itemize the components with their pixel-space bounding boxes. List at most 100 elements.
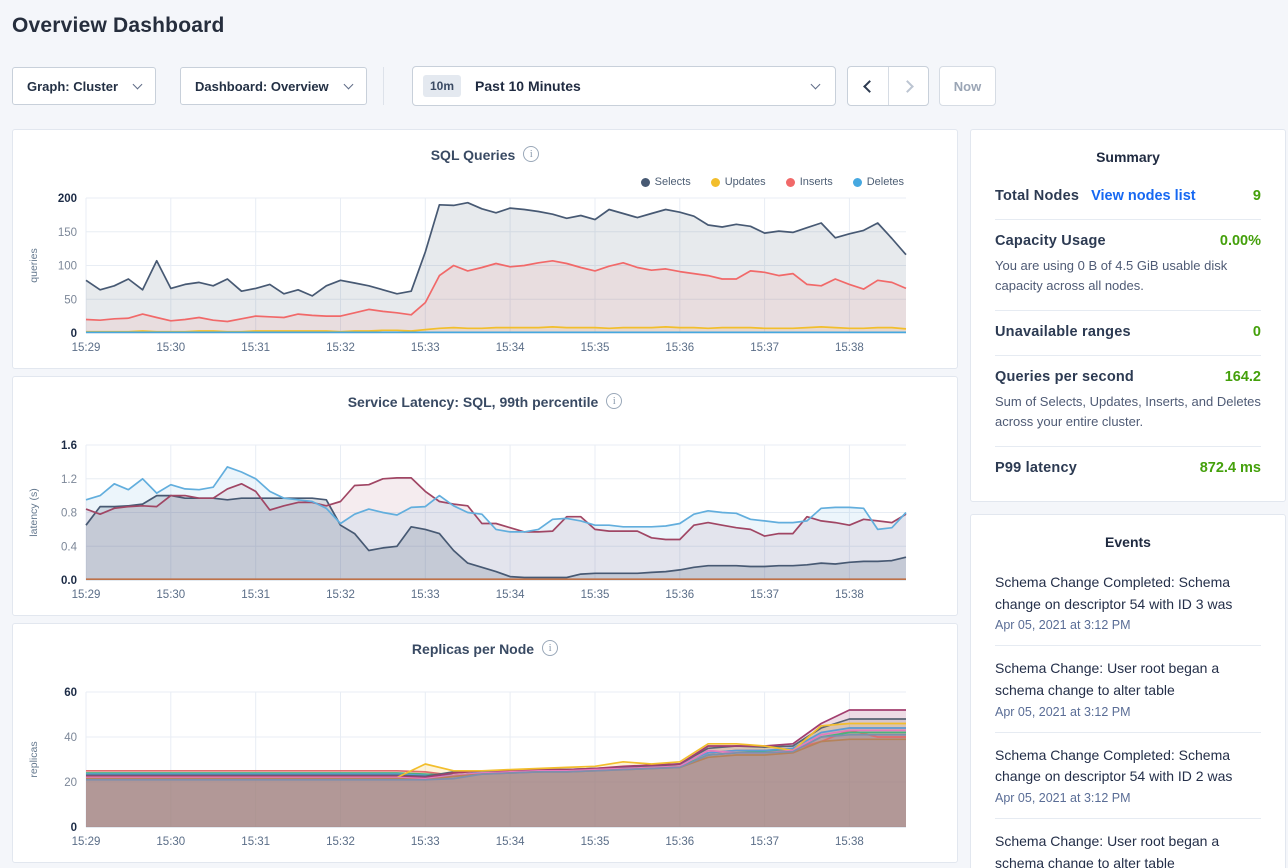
legend-swatch <box>853 178 862 187</box>
dashboard-controls: Graph: Cluster Dashboard: Overview 10m P… <box>12 66 1288 106</box>
view-nodes-list-link[interactable]: View nodes list <box>1091 188 1196 204</box>
svg-text:1.6: 1.6 <box>61 440 77 452</box>
chart-title: Replicas per Node <box>412 641 534 657</box>
legend-swatch <box>711 178 720 187</box>
summary-label: Queries per second <box>995 369 1134 385</box>
svg-text:15:29: 15:29 <box>72 836 101 848</box>
svg-text:15:36: 15:36 <box>665 589 694 601</box>
chart-title: SQL Queries <box>431 147 516 163</box>
time-step-back-button[interactable] <box>848 67 888 105</box>
event-timestamp: Apr 05, 2021 at 3:12 PM <box>995 791 1261 805</box>
svg-text:0.0: 0.0 <box>61 575 77 587</box>
svg-text:15:29: 15:29 <box>72 589 101 601</box>
page-title: Overview Dashboard <box>12 14 1288 38</box>
event-timestamp: Apr 05, 2021 at 3:12 PM <box>995 705 1261 719</box>
summary-value: 0.00% <box>1220 233 1261 249</box>
svg-text:40: 40 <box>64 732 77 744</box>
svg-text:queries: queries <box>28 248 40 282</box>
svg-text:15:32: 15:32 <box>326 342 355 354</box>
service-latency-chart[interactable]: 15:2915:3015:3115:3215:3315:3415:3515:36… <box>13 433 957 609</box>
info-icon[interactable]: i <box>523 146 539 162</box>
summary-panel: Summary Total Nodes View nodes list 9 Ca… <box>970 129 1286 502</box>
svg-text:1.2: 1.2 <box>61 474 77 486</box>
graph-scope-label: Graph: Cluster <box>27 79 118 94</box>
chevron-down-icon <box>344 80 354 90</box>
svg-text:15:30: 15:30 <box>156 589 185 601</box>
replicas-per-node-chart[interactable]: 15:2915:3015:3115:3215:3315:3415:3515:36… <box>13 680 957 856</box>
dashboard-label: Dashboard: Overview <box>195 79 329 94</box>
events-panel: Events Schema Change Completed: Schema c… <box>970 514 1286 868</box>
summary-label: Capacity Usage <box>995 233 1106 249</box>
time-range-dropdown[interactable]: 10m Past 10 Minutes <box>412 66 836 106</box>
event-item[interactable]: Schema Change: User root began a schema … <box>995 819 1261 868</box>
summary-row-capacity-usage: Capacity Usage 0.00% You are using 0 B o… <box>995 220 1261 311</box>
svg-text:15:33: 15:33 <box>411 589 440 601</box>
graph-scope-dropdown[interactable]: Graph: Cluster <box>12 67 156 105</box>
charts-column: SQL Queries i Selects Updates Inserts <box>12 129 958 868</box>
legend-item-deletes: Deletes <box>853 176 904 188</box>
event-text: Schema Change Completed: Schema change o… <box>995 745 1261 788</box>
summary-value: 872.4 ms <box>1200 460 1261 476</box>
sql-queries-chart-panel: SQL Queries i Selects Updates Inserts <box>12 129 958 369</box>
summary-value: 0 <box>1253 324 1261 340</box>
legend-item-updates: Updates <box>711 176 766 188</box>
svg-text:15:29: 15:29 <box>72 342 101 354</box>
info-icon[interactable]: i <box>606 393 622 409</box>
dashboard-dropdown[interactable]: Dashboard: Overview <box>180 67 367 105</box>
summary-title: Summary <box>995 130 1261 175</box>
legend-swatch <box>641 178 650 187</box>
svg-text:0.4: 0.4 <box>61 541 78 553</box>
legend-item-selects: Selects <box>641 176 691 188</box>
svg-text:15:34: 15:34 <box>496 836 525 848</box>
svg-text:15:32: 15:32 <box>326 836 355 848</box>
svg-text:15:35: 15:35 <box>581 589 610 601</box>
legend-label: Updates <box>725 176 766 188</box>
svg-text:200: 200 <box>58 193 77 205</box>
svg-text:15:38: 15:38 <box>835 836 864 848</box>
svg-text:50: 50 <box>64 294 77 306</box>
svg-text:15:37: 15:37 <box>750 836 779 848</box>
summary-label: Total Nodes <box>995 188 1079 204</box>
event-item[interactable]: Schema Change Completed: Schema change o… <box>995 560 1261 646</box>
svg-text:15:35: 15:35 <box>581 342 610 354</box>
legend-item-inserts: Inserts <box>786 176 833 188</box>
sql-queries-chart[interactable]: 15:2915:3015:3115:3215:3315:3415:3515:36… <box>13 186 957 362</box>
svg-text:15:30: 15:30 <box>156 342 185 354</box>
svg-text:0: 0 <box>71 328 77 340</box>
svg-text:20: 20 <box>64 777 77 789</box>
svg-text:15:34: 15:34 <box>496 342 525 354</box>
time-range-label: Past 10 Minutes <box>475 78 581 94</box>
summary-description: You are using 0 B of 4.5 GiB usable disk… <box>995 256 1261 295</box>
svg-text:0: 0 <box>71 822 77 834</box>
chevron-down-icon <box>811 80 821 90</box>
summary-row-p99-latency: P99 latency 872.4 ms <box>995 447 1261 491</box>
svg-text:15:37: 15:37 <box>750 342 779 354</box>
legend-swatch <box>786 178 795 187</box>
summary-value: 164.2 <box>1225 369 1261 385</box>
legend-label: Inserts <box>800 176 833 188</box>
chevron-left-icon <box>863 80 876 93</box>
sidebar: Summary Total Nodes View nodes list 9 Ca… <box>970 129 1286 868</box>
info-icon[interactable]: i <box>542 640 558 656</box>
summary-label: P99 latency <box>995 460 1077 476</box>
svg-text:15:33: 15:33 <box>411 342 440 354</box>
event-item[interactable]: Schema Change Completed: Schema change o… <box>995 733 1261 819</box>
event-timestamp: Apr 05, 2021 at 3:12 PM <box>995 618 1261 632</box>
event-item[interactable]: Schema Change: User root began a schema … <box>995 646 1261 732</box>
summary-row-total-nodes: Total Nodes View nodes list 9 <box>995 175 1261 220</box>
chart-header: Replicas per Node i <box>13 624 957 680</box>
chart-legend: Selects Updates Inserts Deletes <box>641 176 904 188</box>
time-range-badge: 10m <box>423 75 461 97</box>
svg-text:60: 60 <box>64 687 77 699</box>
now-button[interactable]: Now <box>939 66 996 106</box>
controls-divider <box>383 67 384 105</box>
event-text: Schema Change Completed: Schema change o… <box>995 572 1261 615</box>
svg-text:replicas: replicas <box>28 741 40 777</box>
service-latency-chart-panel: Service Latency: SQL, 99th percentile i … <box>12 376 958 616</box>
events-title: Events <box>995 515 1261 560</box>
svg-text:150: 150 <box>58 227 77 239</box>
summary-row-queries-per-second: Queries per second 164.2 Sum of Selects,… <box>995 356 1261 447</box>
time-step-forward-button[interactable] <box>888 67 928 105</box>
replicas-per-node-chart-panel: Replicas per Node i 15:2915:3015:3115:32… <box>12 623 958 863</box>
svg-text:15:38: 15:38 <box>835 589 864 601</box>
